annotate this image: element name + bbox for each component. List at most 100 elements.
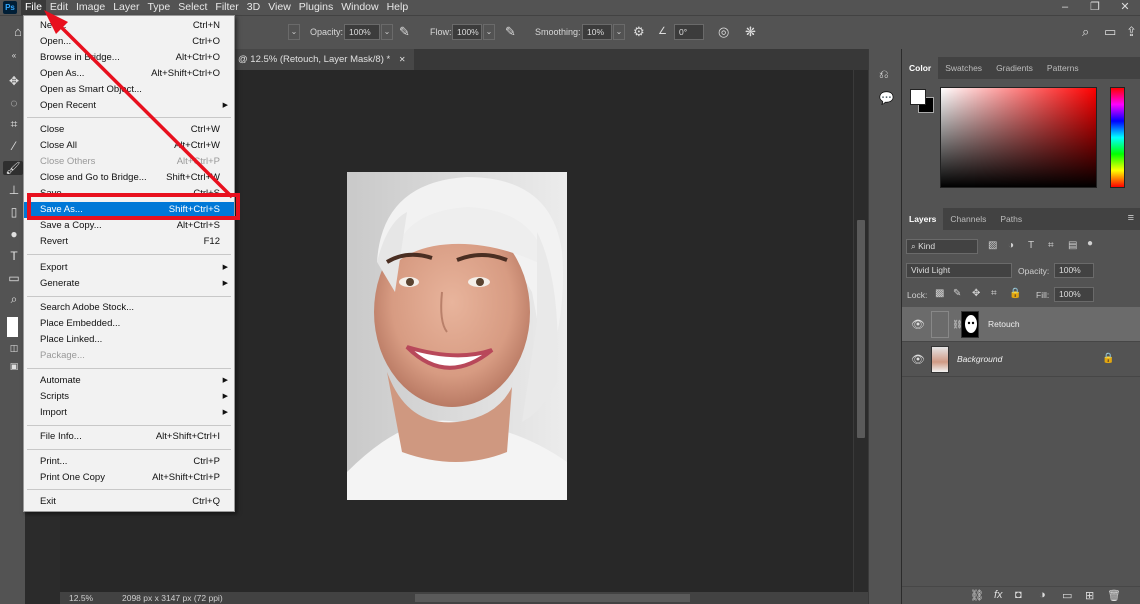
close-tab-icon[interactable]: ✕	[399, 55, 406, 64]
filter-kind-dropdown[interactable]: ⌕ Kind	[906, 239, 978, 254]
home-icon[interactable]: ⌂	[14, 25, 22, 39]
close-icon[interactable]: ✕	[1110, 0, 1140, 15]
tab-swatches[interactable]: Swatches	[938, 57, 989, 79]
lock-transparency-icon[interactable]: ▩	[935, 288, 944, 299]
preset-dropdown-icon[interactable]: ⌄	[288, 24, 300, 40]
menu-item-revert[interactable]: Revert F12	[24, 234, 234, 250]
foreground-color-swatch-panel[interactable]	[910, 89, 926, 105]
hue-slider[interactable]	[1110, 87, 1125, 188]
menu-item-open-recent[interactable]: Open Recent ▶	[24, 98, 234, 114]
filter-pixel-icon[interactable]: ▨	[988, 240, 997, 251]
eye-icon[interactable]: 👁	[911, 353, 925, 366]
flow-input[interactable]: 100%	[452, 24, 482, 40]
menu-filter[interactable]: Filter	[211, 0, 242, 15]
stamp-tool-icon[interactable]: ⊥	[7, 183, 21, 197]
smoothing-input[interactable]: 10%	[582, 24, 612, 40]
menu-item-browse-in-bridge[interactable]: Browse in Bridge... Alt+Ctrl+O	[24, 50, 234, 66]
foreground-color-swatch[interactable]	[7, 317, 18, 337]
menu-item-export[interactable]: Export ▶	[24, 260, 234, 276]
menu-item-import[interactable]: Import ▶	[24, 405, 234, 421]
menu-item-place-embedded[interactable]: Place Embedded...	[24, 316, 234, 332]
link-layers-icon[interactable]: ⛓	[970, 589, 984, 602]
menu-select[interactable]: Select	[174, 0, 211, 15]
menu-item-open-smart-object[interactable]: Open as Smart Object...	[24, 82, 234, 98]
tab-gradients[interactable]: Gradients	[989, 57, 1040, 79]
tab-layers[interactable]: Layers	[902, 208, 944, 230]
layer-row-background[interactable]: 👁 Background 🔒	[902, 342, 1140, 377]
eye-icon[interactable]: 👁	[911, 318, 925, 331]
flow-dropdown-icon[interactable]: ⌄	[483, 24, 495, 40]
restore-icon[interactable]: ❐	[1080, 0, 1110, 15]
filter-adjustment-icon[interactable]: ◑	[1008, 240, 1014, 251]
tab-color[interactable]: Color	[902, 57, 939, 79]
menu-item-generate[interactable]: Generate ▶	[24, 276, 234, 292]
pressure-opacity-icon[interactable]: ✎	[399, 25, 410, 39]
collapse-toolbar-icon[interactable]: «	[7, 49, 21, 63]
menu-plugins[interactable]: Plugins	[295, 0, 337, 15]
filter-smart-object-icon[interactable]: ▤	[1068, 240, 1077, 251]
type-tool-icon[interactable]: T	[7, 249, 21, 263]
smoothing-settings-gear-icon[interactable]: ⚙	[633, 25, 645, 39]
menu-item-close-go-bridge[interactable]: Close and Go to Bridge... Shift+Ctrl+W	[24, 170, 234, 186]
shape-tool-icon[interactable]: ▭	[7, 271, 21, 285]
menu-file[interactable]: File	[21, 0, 46, 15]
menu-help[interactable]: Help	[383, 0, 413, 15]
symmetry-icon[interactable]: ❋	[745, 25, 756, 39]
comments-panel-icon[interactable]: 💬	[879, 91, 894, 105]
eraser-tool-icon[interactable]: ▯	[7, 205, 21, 219]
document-tab[interactable]: @ 12.5% (Retouch, Layer Mask/8) * ✕	[234, 49, 414, 70]
layer-style-fx-icon[interactable]: fx	[994, 589, 1003, 601]
lock-all-icon[interactable]: 🔒	[1009, 288, 1021, 299]
filter-toggle-icon[interactable]: ●	[1087, 238, 1093, 249]
layer-opacity-input[interactable]: 100%	[1054, 263, 1094, 278]
layer-name[interactable]: Background	[957, 354, 1002, 364]
menu-item-file-info[interactable]: File Info... Alt+Shift+Ctrl+I	[24, 429, 234, 445]
crop-tool-icon[interactable]: ⌗	[7, 117, 21, 131]
lock-icon[interactable]: 🔒	[1102, 353, 1114, 364]
menu-item-close-all[interactable]: Close All Alt+Ctrl+W	[24, 138, 234, 154]
share-icon[interactable]: ⇪	[1126, 25, 1137, 39]
vertical-scrollbar[interactable]	[853, 70, 868, 592]
menu-item-print[interactable]: Print... Ctrl+P	[24, 454, 234, 470]
menu-item-place-linked[interactable]: Place Linked...	[24, 332, 234, 348]
menu-item-scripts[interactable]: Scripts ▶	[24, 389, 234, 405]
menu-item-open[interactable]: Open... Ctrl+O	[24, 34, 234, 50]
menu-type[interactable]: Type	[143, 0, 174, 15]
menu-layer[interactable]: Layer	[109, 0, 143, 15]
minimize-icon[interactable]: –	[1050, 0, 1080, 15]
menu-view[interactable]: View	[264, 0, 295, 15]
angle-input[interactable]: 0°	[674, 24, 704, 40]
new-layer-icon[interactable]: ⊞	[1085, 589, 1094, 602]
add-mask-icon[interactable]: ◘	[1015, 589, 1022, 601]
dodge-tool-icon[interactable]: ●	[7, 227, 21, 241]
lock-position-icon[interactable]: ✥	[972, 288, 980, 299]
lasso-tool-icon[interactable]: ◌	[7, 96, 21, 110]
opacity-input[interactable]: 100%	[344, 24, 380, 40]
menu-3d[interactable]: 3D	[243, 0, 264, 15]
zoom-tool-icon[interactable]: ⌕	[7, 292, 21, 306]
vertical-scroll-thumb[interactable]	[857, 220, 865, 438]
menu-item-save-copy[interactable]: Save a Copy... Alt+Ctrl+S	[24, 218, 234, 234]
menu-image[interactable]: Image	[72, 0, 109, 15]
blend-mode-dropdown[interactable]: Vivid Light	[906, 263, 1012, 278]
color-picker-field[interactable]	[940, 87, 1097, 188]
airbrush-icon[interactable]: ✎	[505, 25, 516, 39]
horizontal-scroll-thumb[interactable]	[415, 594, 690, 602]
delete-layer-icon[interactable]: 🗑	[1107, 589, 1121, 602]
layers-panel-menu-icon[interactable]: ≡	[1128, 212, 1134, 224]
menu-item-print-one-copy[interactable]: Print One Copy Alt+Shift+Ctrl+P	[24, 470, 234, 486]
move-tool-icon[interactable]: ✥	[7, 74, 21, 88]
layer-name[interactable]: Retouch	[988, 319, 1020, 329]
tab-channels[interactable]: Channels	[943, 208, 993, 230]
adjustment-layer-icon[interactable]: ◑	[1039, 589, 1046, 601]
opacity-dropdown-icon[interactable]: ⌄	[381, 24, 393, 40]
fill-input[interactable]: 100%	[1054, 287, 1094, 302]
eyedropper-tool-icon[interactable]: ⁄	[7, 139, 21, 153]
menu-item-open-as[interactable]: Open As... Alt+Shift+Ctrl+O	[24, 66, 234, 82]
brush-tool-icon[interactable]: 🖌	[3, 161, 23, 175]
lock-pixels-icon[interactable]: ✎	[953, 288, 961, 299]
lock-artboard-icon[interactable]: ⌗	[991, 288, 997, 299]
screen-mode-icon[interactable]: ▣	[7, 359, 21, 373]
tab-paths[interactable]: Paths	[993, 208, 1029, 230]
layer-mask-thumbnail[interactable]	[961, 311, 979, 338]
